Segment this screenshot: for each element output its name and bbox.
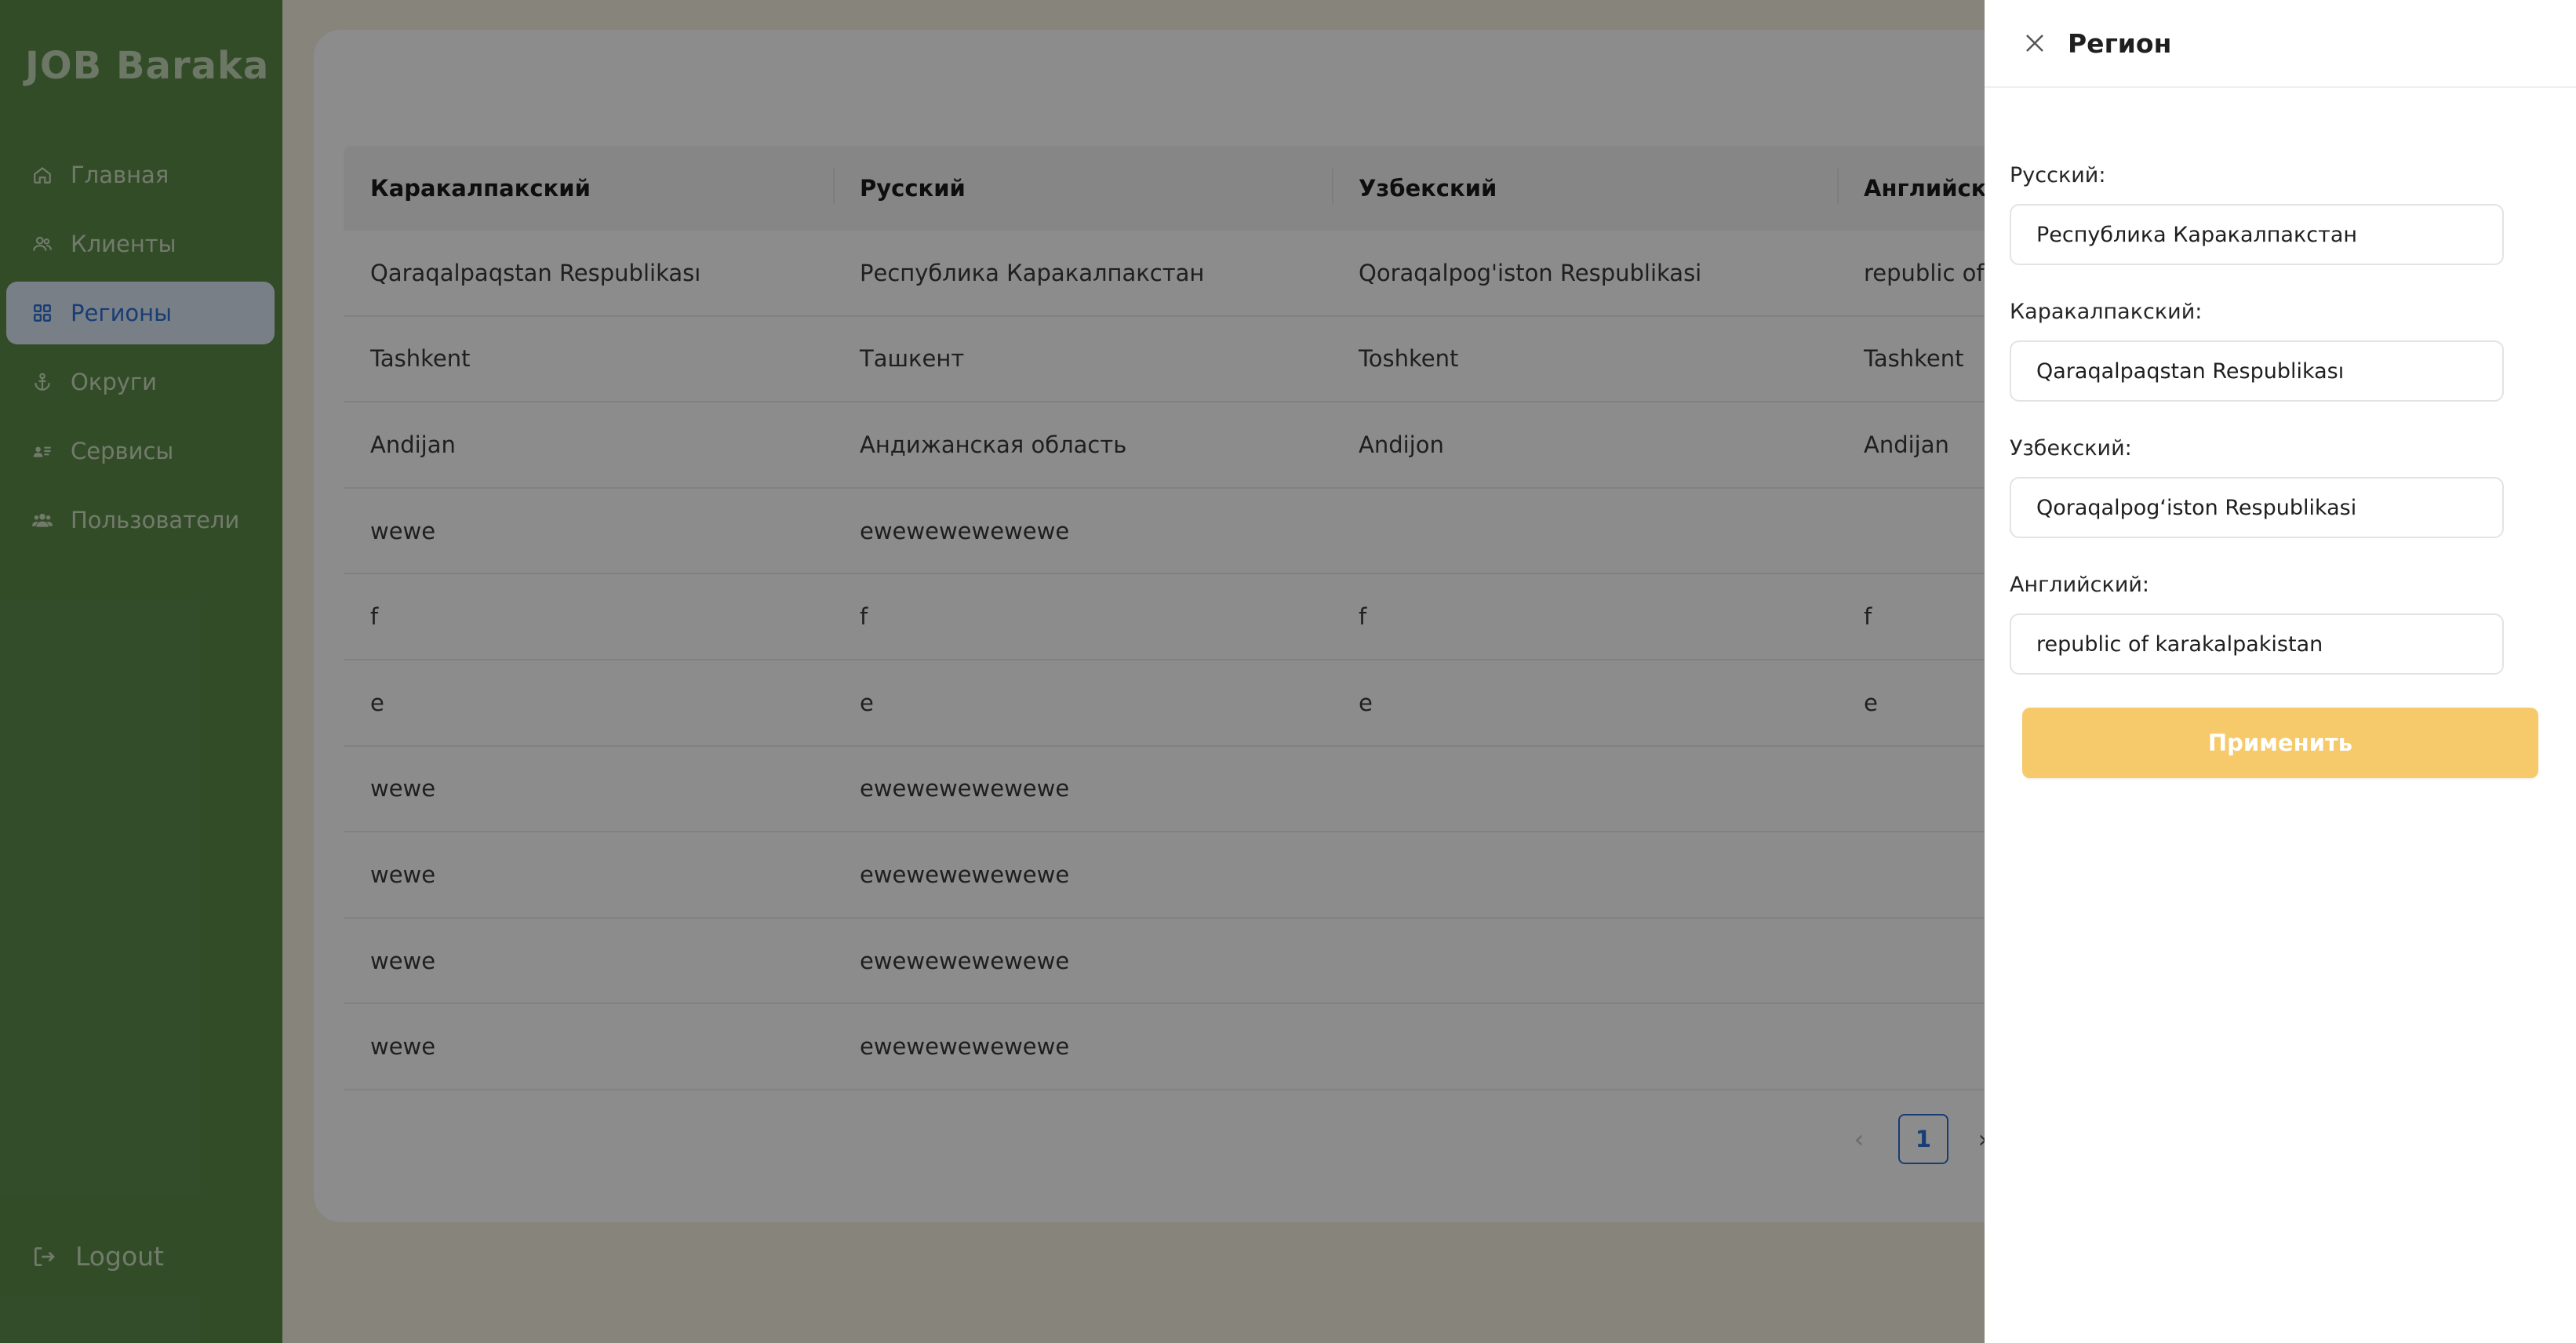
uzbek-input[interactable]: Qoraqalpog‘iston Respublikasi — [2010, 477, 2504, 538]
region-form: Русский: Республика Каракалпакстан Карак… — [2010, 160, 2527, 706]
close-icon[interactable] — [2021, 29, 2049, 57]
field-label-english: Английский: — [2010, 573, 2150, 597]
drawer-header: Регион — [1985, 0, 2576, 88]
field-label-russian: Русский: — [2010, 163, 2106, 187]
russian-input[interactable]: Республика Каракалпакстан — [2010, 204, 2504, 265]
drawer-title: Регион — [2068, 27, 2172, 59]
english-input[interactable]: republic of karakalpakistan — [2010, 613, 2504, 675]
karakalpak-input[interactable]: Qaraqalpaqstan Respublikası — [2010, 340, 2504, 402]
region-drawer: Регион Русский: Республика Каракалпакста… — [1985, 0, 2576, 1343]
apply-button[interactable]: Применить — [2022, 708, 2538, 778]
field-label-uzbek: Узбекский: — [2010, 436, 2132, 460]
field-label-karakalpak: Каракалпакский: — [2010, 300, 2203, 324]
